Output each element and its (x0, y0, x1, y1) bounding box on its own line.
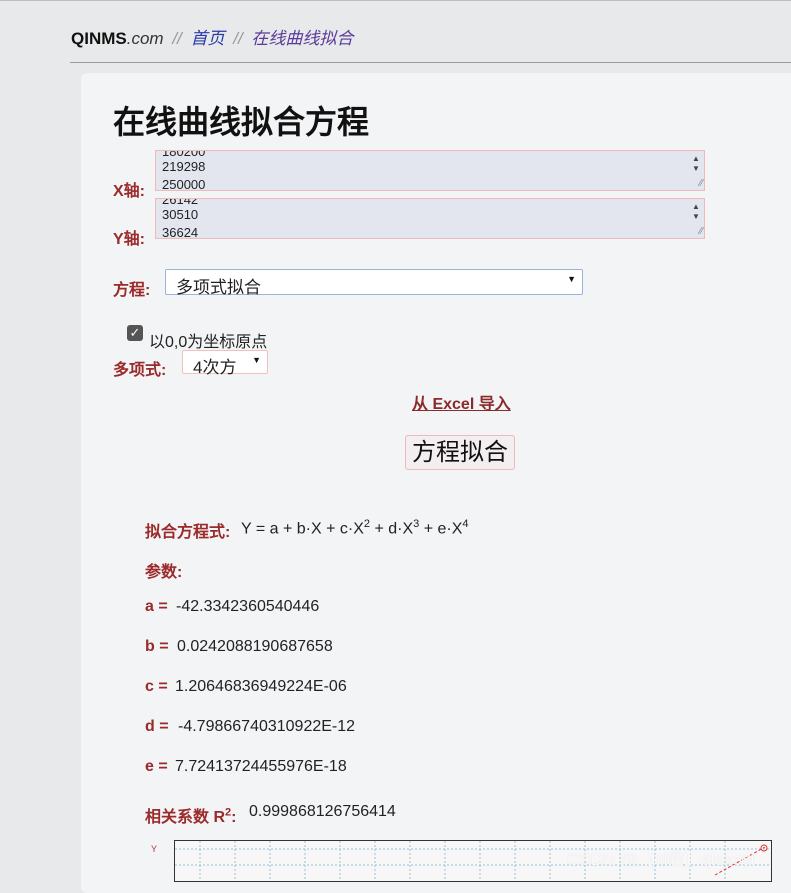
param-b-name: b = (145, 638, 169, 655)
resize-grip-icon[interactable]: ⁄⁄ (700, 178, 703, 189)
param-e-name: e = (145, 758, 168, 775)
dropdown-arrow-icon: ▼ (567, 274, 576, 284)
origin-checkbox-label[interactable]: 以0,0为坐标原点 (149, 328, 267, 352)
x-axis-line: 180200 (162, 150, 206, 159)
param-c-value: 1.20646836949224E-06 (175, 678, 347, 695)
equation-select-value: 多项式拟合 (176, 278, 261, 297)
site-brand[interactable]: QINMS (71, 29, 127, 48)
dropdown-arrow-icon: ▼ (252, 355, 261, 365)
x-axis-label: X轴: (113, 183, 146, 200)
import-excel-link[interactable]: 从 Excel 导入 (412, 390, 511, 414)
equation-label: 方程: (113, 282, 151, 299)
y-axis-line: 36624 (162, 225, 199, 239)
resize-grip-icon[interactable]: ⁄⁄ (700, 226, 703, 237)
param-d-value: -4.79866740310922E-12 (178, 718, 356, 735)
x-axis-line: 219298 (162, 159, 206, 174)
breadcrumb-separator: // (233, 29, 243, 48)
fit-equation-button[interactable]: 方程拟合 (405, 435, 515, 470)
param-d-name: d = (145, 718, 169, 735)
param-c-name: c = (145, 678, 168, 695)
param-e-value: 7.72413724455976E-18 (175, 758, 347, 775)
scroll-down-icon[interactable]: ▼ (692, 164, 700, 173)
r2-value: 0.999868126756414 (249, 803, 396, 820)
breadcrumb-current[interactable]: 在线曲线拟合 (251, 29, 353, 48)
params-label: 参数: (145, 564, 183, 581)
site-brand-tld[interactable]: .com (127, 29, 164, 48)
polynomial-select-value: 4次方 (193, 358, 237, 377)
header-divider (70, 62, 791, 63)
scroll-down-icon[interactable]: ▼ (692, 212, 700, 221)
y-axis-line: 30510 (162, 207, 199, 222)
param-a-value: -42.3342360540446 (176, 598, 320, 615)
x-axis-line: 250000 (162, 177, 206, 191)
y-axis-line: 26142 (162, 198, 199, 207)
top-border (0, 0, 791, 1)
r2-label: 相关系数 R2: (145, 806, 237, 826)
breadcrumb-separator: // (172, 29, 182, 48)
x-axis-textarea[interactable]: 180200 219298 250000 ▲ ▼ ⁄⁄ (155, 150, 705, 191)
scroll-up-icon[interactable]: ▲ (692, 154, 700, 163)
scroll-up-icon[interactable]: ▲ (692, 202, 700, 211)
y-axis-label: Y轴: (113, 231, 146, 248)
fit-equation-label: 拟合方程式: (145, 524, 231, 541)
chart-y-axis-label: Y (151, 844, 158, 854)
y-axis-textarea[interactable]: 26142 30510 36624 ▲ ▼ ⁄⁄ (155, 198, 705, 239)
param-a-name: a = (145, 598, 168, 615)
polynomial-label: 多项式: (113, 362, 167, 379)
polynomial-select[interactable]: 4次方 ▼ (182, 350, 268, 377)
fit-equation-formula: Y = a + b·X + c·X2 + d·X3 + e·X4 (241, 518, 469, 538)
param-b-value: 0.0242088190687658 (177, 638, 333, 655)
watermark: CSDN @【ql君】qlexcel (567, 850, 755, 869)
breadcrumb-home-link[interactable]: 首页 (191, 29, 225, 48)
equation-select[interactable]: 多项式拟合 ▼ (165, 269, 583, 297)
origin-checkbox[interactable]: ✓ (127, 325, 143, 341)
page-title: 在线曲线拟合方程 (113, 104, 370, 140)
breadcrumb: QINMS.com // 首页 // 在线曲线拟合 (71, 24, 353, 49)
